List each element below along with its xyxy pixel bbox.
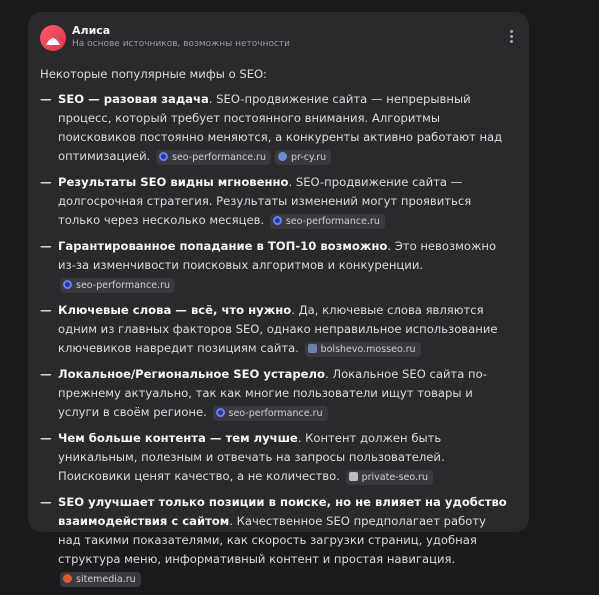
alice-logo-icon bbox=[40, 25, 66, 51]
source-link[interactable]: seo-performance.ru bbox=[269, 214, 385, 229]
source-favicon-icon bbox=[277, 152, 287, 161]
source-favicon-icon bbox=[63, 574, 72, 583]
answer-intro: Некоторые популярные мифы о SEO: bbox=[40, 67, 267, 81]
source-favicon-icon bbox=[348, 472, 358, 481]
source-link[interactable]: seo-performance.ru bbox=[60, 278, 175, 293]
source-favicon-icon bbox=[215, 408, 225, 417]
list-bullet: — bbox=[40, 175, 52, 189]
answer-content: Некоторые популярные мифы о SEO: — SEO — … bbox=[40, 65, 510, 595]
source-link[interactable]: sitemedia.ru bbox=[60, 572, 141, 587]
source-favicon-icon bbox=[63, 280, 72, 289]
source-label: seo-performance.ru bbox=[171, 152, 266, 163]
list-item: — Гарантированное попадание в ТОП-10 возм… bbox=[40, 237, 510, 294]
myth-title: Чем больше контента — тем лучше bbox=[58, 431, 298, 445]
source-label: sitemedia.ru bbox=[76, 574, 136, 585]
myth-title: Локальное/Региональное SEO устарело bbox=[58, 367, 325, 381]
list-bullet: — bbox=[40, 431, 52, 445]
assistant-disclaimer: На основе источников, возможны неточност… bbox=[72, 39, 291, 49]
list-item: — Чем больше контента — тем лучше. Контен… bbox=[40, 429, 510, 486]
answer-card: Алиса На основе источников, возможны нет… bbox=[28, 12, 529, 587]
list-item: — Локальное/Региональное SEO устарело. Ло… bbox=[40, 365, 510, 422]
myth-list: — SEO — разовая задача. SEO-продвижение с… bbox=[40, 90, 510, 588]
list-bullet: — bbox=[40, 495, 52, 509]
source-favicon-icon bbox=[307, 344, 317, 353]
list-item: — Ключевые слова — всё, что нужно. Да, кл… bbox=[40, 301, 510, 358]
source-favicon-icon bbox=[158, 152, 168, 161]
list-bullet: — bbox=[40, 92, 52, 106]
myth-title: Ключевые слова — всё, что нужно bbox=[58, 303, 292, 317]
source-link[interactable]: bolshevo.mosseo.ru bbox=[304, 342, 421, 357]
myth-title: SEO — разовая задача bbox=[58, 92, 209, 106]
list-item: — Результаты SEO видны мгновенно. SEO-про… bbox=[40, 173, 510, 230]
source-label: seo-performance.ru bbox=[228, 408, 323, 419]
list-item: — SEO — разовая задача. SEO-продвижение с… bbox=[40, 90, 510, 166]
source-link[interactable]: seo-performance.ru bbox=[212, 406, 328, 421]
source-label: private-seo.ru bbox=[361, 472, 428, 483]
myth-title: Результаты SEO видны мгновенно bbox=[58, 175, 289, 189]
assistant-name: Алиса bbox=[72, 24, 111, 37]
source-favicon-icon bbox=[272, 216, 282, 225]
list-bullet: — bbox=[40, 239, 52, 253]
source-link[interactable]: seo-performance.ru bbox=[155, 150, 271, 165]
source-link[interactable]: private-seo.ru bbox=[345, 470, 433, 485]
source-label: bolshevo.mosseo.ru bbox=[320, 344, 416, 355]
list-item: — SEO улучшает только позиции в поиске, н… bbox=[40, 493, 510, 588]
source-label: pr-cy.ru bbox=[290, 152, 327, 163]
source-label: seo-performance.ru bbox=[285, 216, 380, 227]
list-bullet: — bbox=[40, 303, 52, 317]
myth-title: Гарантированное попадание в ТОП-10 возмо… bbox=[58, 239, 388, 253]
source-label: seo-performance.ru bbox=[76, 280, 170, 291]
more-vertical-icon[interactable] bbox=[506, 30, 516, 46]
source-link[interactable]: pr-cy.ru bbox=[274, 150, 332, 165]
list-bullet: — bbox=[40, 367, 52, 381]
